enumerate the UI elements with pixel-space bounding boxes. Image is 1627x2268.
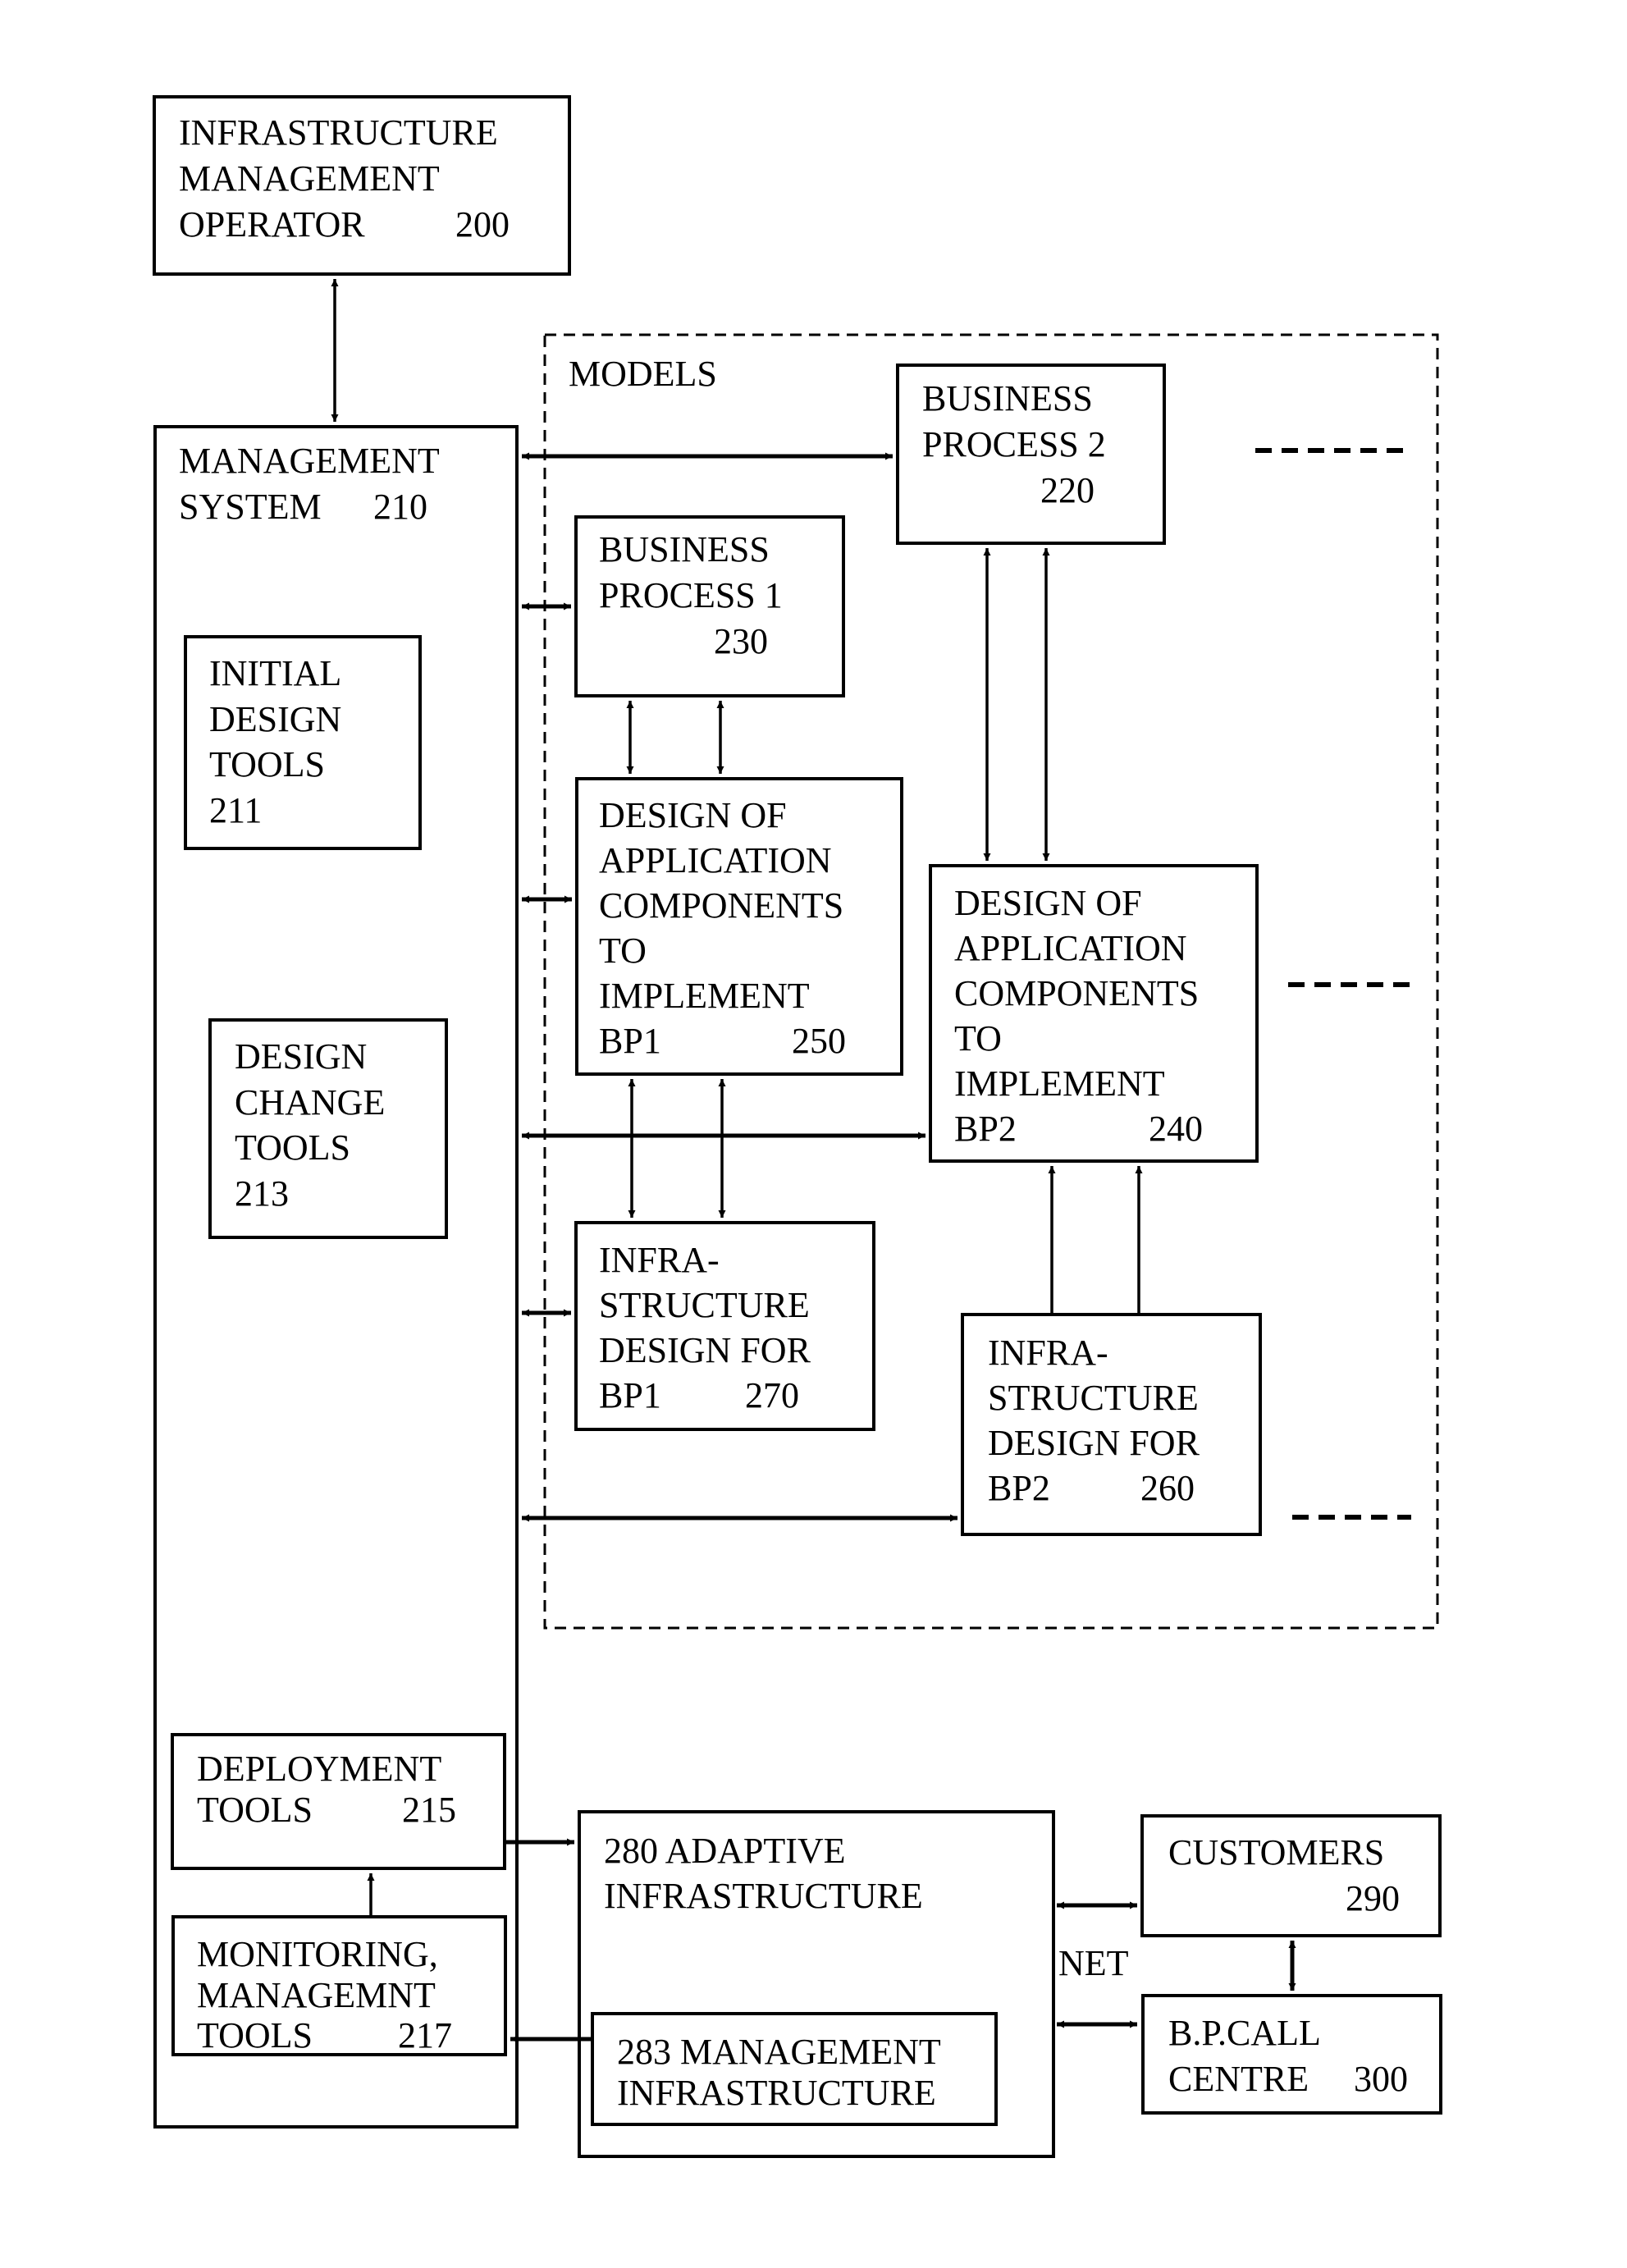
- management-infrastructure-box: 283 MANAGEMENT INFRASTRUCTURE: [591, 2012, 998, 2126]
- box-label-line: STRUCTURE: [988, 1378, 1199, 1418]
- box-label-line: DEPLOYMENT: [197, 1749, 441, 1789]
- box-label-line: DESIGN FOR: [988, 1423, 1200, 1463]
- box-label-line: TO: [599, 931, 647, 971]
- box-label-line: COMPONENTS: [954, 973, 1199, 1013]
- box-label-line: PROCESS 1: [599, 575, 783, 615]
- box-label-line: DESIGN: [209, 699, 341, 739]
- box-label-line: STRUCTURE: [599, 1285, 810, 1325]
- box-label-line: INITIAL: [209, 653, 341, 693]
- box-label-line: MONITORING,: [197, 1934, 438, 1974]
- box-label-line: BP2: [988, 1468, 1050, 1508]
- ref-number: 240: [1149, 1109, 1203, 1149]
- infra-design-bp1-box: INFRA- STRUCTURE DESIGN FOR BP1 270: [574, 1221, 875, 1431]
- box-label-line: 283 MANAGEMENT: [617, 2032, 941, 2072]
- box-label-line: SYSTEM: [179, 487, 322, 527]
- box-label-line: IMPLEMENT: [954, 1063, 1165, 1104]
- box-label-line: PROCESS 2: [922, 424, 1106, 464]
- box-label-line: BP2: [954, 1109, 1017, 1149]
- ref-number: 260: [1140, 1468, 1195, 1508]
- box-label-line: TOOLS: [235, 1127, 350, 1168]
- call-centre-box: B.P.CALL CENTRE 300: [1141, 1994, 1442, 2115]
- box-label-line: BP1: [599, 1375, 661, 1415]
- ref-number: 210: [373, 487, 427, 527]
- customers-box: CUSTOMERS 290: [1140, 1814, 1442, 1937]
- box-label-line: INFRA-: [988, 1333, 1108, 1373]
- system-diagram: MODELS INFRASTRUCTURE MANAGEMENT OPERATO…: [153, 95, 1442, 2158]
- box-label-line: INFRASTRUCTURE: [604, 1876, 923, 1916]
- box-label-line: TOOLS: [209, 744, 325, 784]
- box-label-line: APPLICATION: [599, 840, 832, 880]
- ref-number: 250: [792, 1021, 846, 1061]
- box-label-line: OPERATOR: [179, 204, 365, 245]
- box-label-line: CENTRE: [1168, 2059, 1309, 2099]
- box-label-line: INFRASTRUCTURE: [617, 2073, 936, 2113]
- box-label-line: DESIGN FOR: [599, 1330, 811, 1370]
- box-label-line: CUSTOMERS: [1168, 1832, 1384, 1872]
- ref-number: 217: [398, 2015, 452, 2055]
- box-label-line: TOOLS: [197, 1790, 313, 1830]
- box-label-line: BUSINESS: [599, 529, 770, 569]
- business-process-2-box: BUSINESS PROCESS 2 220: [896, 364, 1166, 545]
- initial-design-tools-box: INITIAL DESIGN TOOLS 211: [184, 635, 422, 850]
- box-label-line: COMPONENTS: [599, 885, 843, 926]
- net-label: NET: [1058, 1943, 1129, 1983]
- box-label-line: INFRA-: [599, 1240, 720, 1280]
- ref-number: 270: [745, 1375, 799, 1415]
- box-label-line: DESIGN OF: [599, 795, 787, 835]
- ref-number: 200: [455, 204, 510, 245]
- box-label-line: 213: [235, 1173, 289, 1214]
- box-label-line: TO: [954, 1018, 1002, 1059]
- box-label-line: BP1: [599, 1021, 661, 1061]
- monitoring-tools-box: MONITORING, MANAGEMNT TOOLS 217: [171, 1915, 507, 2056]
- design-change-tools-box: DESIGN CHANGE TOOLS 213: [208, 1018, 448, 1239]
- box-label-line: MANAGEMNT: [197, 1975, 436, 2015]
- operator-box: INFRASTRUCTURE MANAGEMENT OPERATOR 200: [153, 95, 571, 276]
- business-process-1-box: BUSINESS PROCESS 1 230: [574, 515, 845, 697]
- models-label: MODELS: [569, 354, 717, 394]
- ref-number: 300: [1354, 2059, 1408, 2099]
- ref-number: 220: [1040, 470, 1095, 510]
- box-label-line: 280 ADAPTIVE: [604, 1831, 846, 1871]
- ref-number: 290: [1346, 1878, 1400, 1918]
- box-label-line: DESIGN OF: [954, 883, 1142, 923]
- app-design-bp1-box: DESIGN OF APPLICATION COMPONENTS TO IMPL…: [575, 777, 903, 1076]
- box-label-line: INFRASTRUCTURE: [179, 112, 498, 153]
- box-label-line: B.P.CALL: [1168, 2013, 1321, 2053]
- box-label-line: TOOLS: [197, 2015, 313, 2055]
- box-label-line: MANAGEMENT: [179, 441, 440, 481]
- box-label-line: 211: [209, 790, 262, 830]
- box-label-line: APPLICATION: [954, 928, 1187, 968]
- ref-number: 230: [714, 621, 768, 661]
- box-label-line: CHANGE: [235, 1082, 385, 1123]
- app-design-bp2-box: DESIGN OF APPLICATION COMPONENTS TO IMPL…: [929, 864, 1259, 1163]
- box-label-line: DESIGN: [235, 1036, 367, 1077]
- infra-design-bp2-box: INFRA- STRUCTURE DESIGN FOR BP2 260: [961, 1313, 1262, 1536]
- box-label-line: BUSINESS: [922, 378, 1093, 418]
- deployment-tools-box: DEPLOYMENT TOOLS 215: [171, 1733, 506, 1870]
- box-label-line: MANAGEMENT: [179, 158, 440, 199]
- box-label-line: IMPLEMENT: [599, 976, 810, 1016]
- ref-number: 215: [402, 1790, 456, 1830]
